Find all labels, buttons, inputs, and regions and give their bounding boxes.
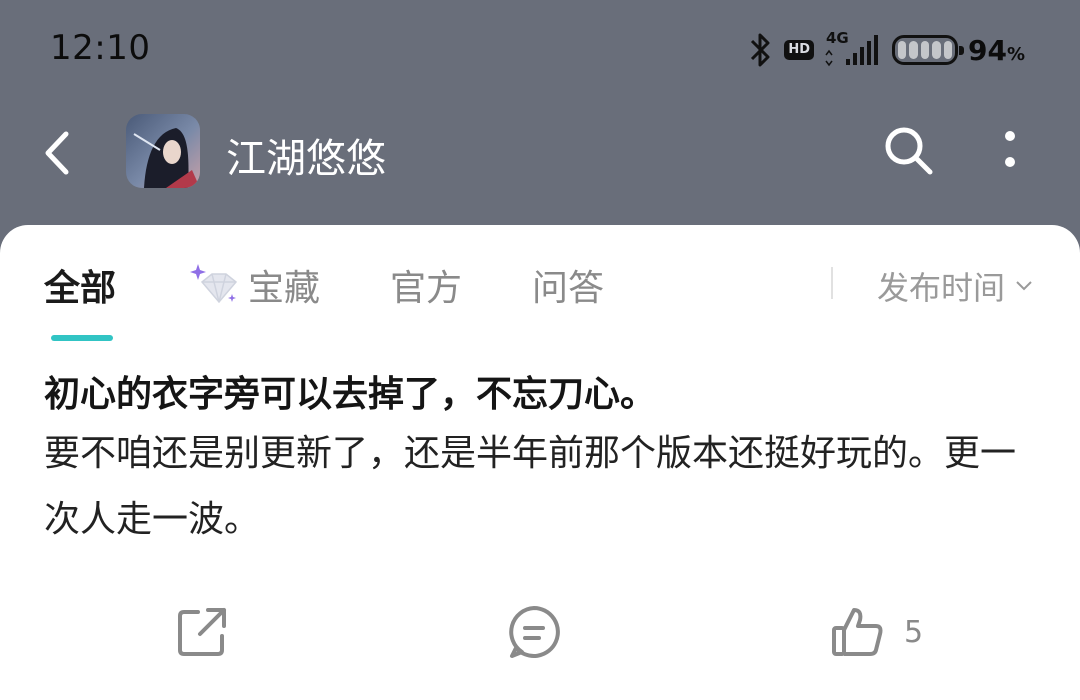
- comment-icon: [509, 606, 560, 658]
- status-bar: 12:10 HD 4G 94%: [0, 0, 1080, 100]
- comment-button[interactable]: [504, 600, 564, 664]
- post-body[interactable]: 要不咱还是别更新了，还是半年前那个版本还挺好玩的。更一次人走一波。: [44, 421, 1024, 553]
- divider: [831, 267, 833, 299]
- battery-percent: 94%: [967, 33, 1025, 67]
- back-arrow-icon[interactable]: [38, 128, 78, 178]
- more-icon[interactable]: [990, 126, 1030, 176]
- page-title: 江湖悠悠: [226, 136, 386, 182]
- post-title[interactable]: 初心的衣字旁可以去掉了，不忘刀心。: [44, 365, 656, 417]
- app-icon[interactable]: [126, 114, 200, 188]
- search-icon[interactable]: [880, 122, 936, 178]
- tab-treasure[interactable]: 宝藏: [190, 259, 320, 311]
- share-icon: [178, 608, 226, 656]
- bluetooth-icon: [751, 33, 770, 67]
- tab-treasure-label: 宝藏: [248, 268, 321, 309]
- post-actions: 5: [0, 600, 1080, 670]
- sort-label: 发布时间: [877, 269, 1006, 307]
- status-icons: HD 4G 94%: [748, 29, 1025, 70]
- chevron-down-icon: [1016, 281, 1032, 291]
- hd-badge: HD: [784, 40, 814, 60]
- content-card: 全部 宝藏 官方 问答 发布时间 初心的衣字旁可以去掉了，不忘刀心。 要不咱还是…: [0, 225, 1080, 700]
- sort-dropdown[interactable]: 发布时间: [877, 263, 1033, 309]
- like-count: 5: [904, 614, 924, 650]
- like-button[interactable]: 5: [830, 600, 923, 664]
- tab-qa[interactable]: 问答: [532, 259, 604, 311]
- diamond-icon: [190, 264, 238, 304]
- tab-bar: 全部 宝藏 官方 问答 发布时间: [0, 225, 1080, 345]
- active-tab-indicator: [51, 335, 113, 341]
- signal-icon: 4G: [824, 29, 882, 69]
- tab-official[interactable]: 官方: [390, 259, 462, 311]
- share-button[interactable]: [174, 600, 230, 664]
- status-time: 12:10: [50, 28, 151, 68]
- app-header: 江湖悠悠: [0, 100, 1080, 210]
- battery-icon: [891, 35, 964, 65]
- thumbs-up-icon: [832, 608, 883, 656]
- tab-all[interactable]: 全部: [44, 259, 116, 311]
